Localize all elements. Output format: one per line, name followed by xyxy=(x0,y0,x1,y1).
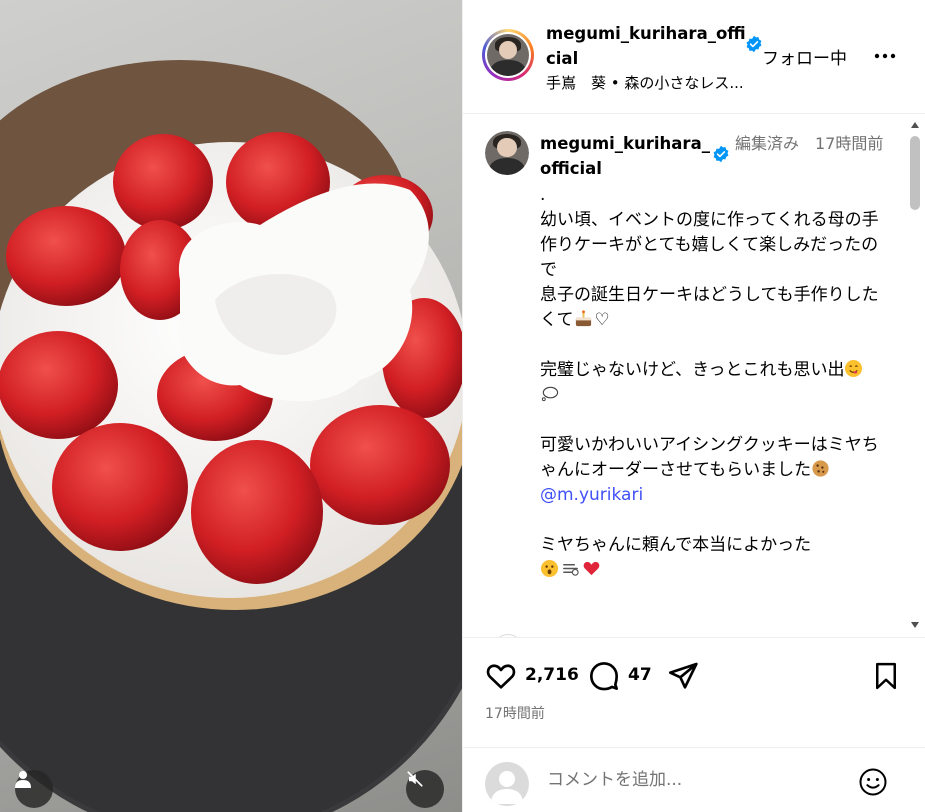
caption-emoji-line xyxy=(540,558,880,583)
volume-off-icon xyxy=(407,771,423,787)
heart-icon[interactable] xyxy=(484,660,518,692)
caption-line: 可愛いかわいいアイシングクッキーはミヤちゃんにオーダーさせてもらいました xyxy=(540,435,879,480)
thought-bubble-emoji-icon xyxy=(541,386,559,402)
verified-badge-icon xyxy=(713,145,729,163)
caption-text: . 幼い頃、イベントの度に作ってくれる母の手作りケーキがとても嬉しくて楽しみだっ… xyxy=(540,183,880,583)
bookmark-icon[interactable] xyxy=(871,660,901,692)
edited-label: 編集済み xyxy=(735,134,800,153)
caption-username[interactable]: megumi_kurihara_official xyxy=(540,131,710,181)
comments-scrollbar[interactable] xyxy=(904,114,925,637)
caption-line: ミヤちゃんに頼んで本当によかった xyxy=(540,535,812,555)
tagged-users-button[interactable] xyxy=(15,770,53,808)
post-media[interactable] xyxy=(0,0,462,812)
like-count[interactable]: 2,716 xyxy=(525,665,579,685)
caption-line: 息子の誕生日ケーキはどうしても手作りしたくて ♡ xyxy=(540,285,879,330)
dash-emoji-icon xyxy=(563,563,579,576)
follow-status-button[interactable]: フォロー中 xyxy=(762,44,847,69)
comment-icon[interactable] xyxy=(587,660,621,692)
comment-count[interactable]: 47 xyxy=(628,665,652,685)
scroll-down-arrow-icon[interactable] xyxy=(911,622,919,628)
cake-photo xyxy=(0,60,462,812)
mute-button[interactable] xyxy=(406,770,444,808)
post-header: megumi_kurihara_official フォロー中 手嶌 葵 • 森の… xyxy=(463,0,925,114)
comments-section: megumi_kurihara_official 編集済み 17時間前 . 幼い… xyxy=(463,114,925,637)
post-username[interactable]: megumi_kurihara_official xyxy=(546,21,746,71)
caption-line: . xyxy=(540,185,546,205)
surprised-face-emoji-icon xyxy=(540,559,559,578)
verified-badge-icon xyxy=(746,35,762,53)
emoji-picker-icon[interactable] xyxy=(858,767,888,797)
scrollbar-thumb[interactable] xyxy=(910,136,920,210)
red-heart-emoji-icon xyxy=(583,561,600,576)
post-actions: 2,716 47 17時間前 xyxy=(463,637,925,737)
caption-avatar[interactable] xyxy=(485,131,529,175)
add-comment-bar xyxy=(463,747,925,812)
yummy-face-emoji-icon xyxy=(845,359,863,378)
comment-input[interactable] xyxy=(547,770,847,790)
story-ring[interactable] xyxy=(482,29,534,81)
avatar xyxy=(487,34,529,76)
post-panel: megumi_kurihara_official フォロー中 手嶌 葵 • 森の… xyxy=(462,0,925,812)
caption-line: 完璧じゃないけど、きっとこれも思い出 xyxy=(540,358,880,408)
current-user-avatar[interactable] xyxy=(485,762,529,806)
more-horizontal-icon[interactable] xyxy=(873,44,897,68)
user-icon xyxy=(15,771,31,788)
default-avatar-icon xyxy=(491,771,523,804)
audio-subtitle[interactable]: 手嶌 葵 • 森の小さなレス... xyxy=(546,72,744,93)
post-timestamp[interactable]: 17時間前 xyxy=(485,703,545,723)
cookie-emoji-icon xyxy=(812,460,829,477)
caption-time[interactable]: 17時間前 xyxy=(815,131,890,156)
scroll-up-arrow-icon[interactable] xyxy=(911,122,919,128)
cake-emoji-icon xyxy=(575,310,591,327)
share-icon[interactable] xyxy=(666,660,700,692)
caption-line: 幼い頃、イベントの度に作ってくれる母の手作りケーキがとても嬉しくて楽しみだったの… xyxy=(540,210,879,280)
mention-link[interactable]: @m.yurikari xyxy=(540,483,880,508)
